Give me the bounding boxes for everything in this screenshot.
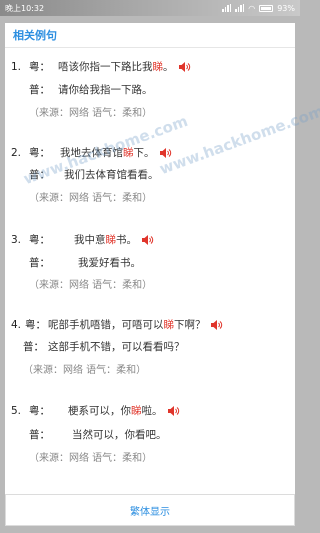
source-note: （来源：网络 语气：柔和） — [29, 280, 153, 291]
entry-number: 4. — [11, 318, 22, 331]
traditional-display-button[interactable]: 繁体显示 — [5, 494, 295, 526]
speaker-icon[interactable] — [210, 319, 223, 330]
entry-number: 3. — [11, 233, 22, 246]
highlight-word: 睇 — [131, 405, 142, 417]
speaker-icon[interactable] — [159, 147, 172, 158]
highlight-word: 睇 — [163, 319, 175, 331]
cantonese-sentence: 我中意睇书。 — [74, 234, 138, 246]
highlight-word: 睇 — [123, 147, 134, 159]
section-title: 相关例句 — [5, 23, 295, 48]
source-note: （来源：网络 语气：柔和） — [29, 108, 153, 119]
speaker-icon[interactable] — [178, 61, 191, 72]
mandarin-label: 普： — [29, 257, 50, 269]
cantonese-sentence: 唔该你指一下路比我睇。 — [58, 61, 174, 73]
battery-icon — [259, 4, 274, 12]
mandarin-sentence: 这部手机不错，可以看看吗？ — [48, 341, 185, 353]
cantonese-label: 粤： — [29, 405, 51, 417]
status-icons: ◠ 93% — [222, 4, 295, 13]
wifi-icon: ◠ — [248, 3, 256, 13]
speaker-icon[interactable] — [142, 234, 154, 245]
cantonese-sentence: 呢部手机唔错，可唔可以睇下啊？ — [48, 319, 206, 331]
source-note: （来源：网络 语气：柔和） — [29, 453, 153, 464]
mandarin-label: 普： — [29, 429, 50, 441]
mandarin-sentence: 当然可以，你看吧。 — [72, 429, 167, 441]
mandarin-sentence: 我们去体育馆看看。 — [64, 169, 159, 181]
cantonese-sentence: 我地去体育馆睇下。 — [60, 147, 155, 159]
cantonese-label: 粤： — [29, 147, 51, 159]
battery-percent: 93% — [277, 3, 295, 13]
cantonese-label: 粤： — [25, 319, 47, 331]
entry-number: 5. — [11, 404, 22, 417]
mandarin-label: 普： — [23, 341, 44, 353]
entry-number: 2. — [11, 146, 22, 159]
status-time: 晚上10:32 — [5, 3, 45, 13]
cantonese-label: 粤： — [29, 234, 51, 246]
highlight-word: 睇 — [105, 234, 117, 246]
watermark: www.hackhome.com — [157, 101, 320, 179]
mandarin-sentence: 我爱好看书。 — [78, 257, 141, 269]
cantonese-label: 粤： — [29, 61, 51, 73]
signal-icon — [222, 4, 232, 12]
example-sentences-card: 相关例句 1. 粤： 唔该你指一下路比我睇。 普： 请你给我指一下路。 （来源：… — [5, 23, 320, 516]
highlight-word: 睇 — [152, 61, 164, 73]
source-note: （来源：网络 语气：柔和） — [23, 365, 147, 376]
mandarin-label: 普： — [29, 84, 50, 96]
mandarin-label: 普： — [29, 169, 50, 181]
source-note: （来源：网络 语气：柔和） — [29, 193, 153, 204]
cantonese-sentence: 梗系可以，你睇啦。 — [68, 405, 163, 417]
signal-icon-2 — [235, 4, 245, 12]
status-bar: 晚上10:32 ◠ 93% — [0, 0, 300, 16]
mandarin-sentence: 请你给我指一下路。 — [58, 84, 153, 96]
entry-number: 1. — [11, 60, 22, 73]
speaker-icon[interactable] — [167, 405, 180, 416]
